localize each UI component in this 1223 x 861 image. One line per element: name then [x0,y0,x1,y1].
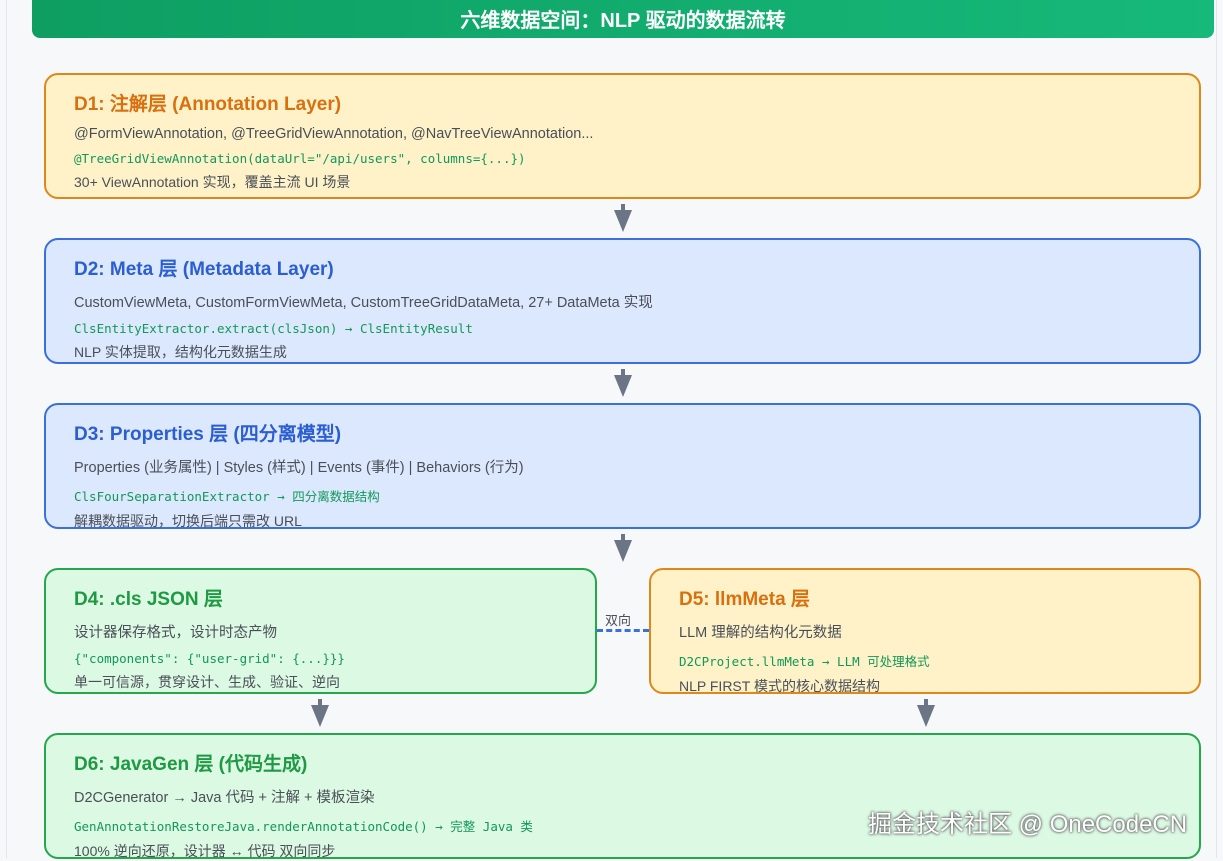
layer-d1-title: D1: 注解层 (Annotation Layer) [74,94,342,115]
layer-d5-desc: LLM 理解的结构化元数据 [679,625,842,641]
layer-d3-code: ClsFourSeparationExtractor → 四分离数据结构 [74,489,380,504]
arrow-down-icon [311,705,329,727]
diagram-header: 六维数据空间：NLP 驱动的数据流转 [32,0,1214,38]
page-right-border [1216,0,1217,858]
layer-d4-desc: 设计器保存格式，设计时态产物 [74,625,277,641]
bidirectional-dashed-line [597,629,649,632]
layer-d5-note: NLP FIRST 模式的核心数据结构 [679,678,880,694]
bidirectional-label: 双向 [605,613,632,628]
layer-d5-code: D2CProject.llmMeta → LLM 可处理格式 [679,654,930,669]
layer-d4-card: D4: .cls JSON 层 设计器保存格式，设计时态产物 {"compone… [44,568,597,694]
arrow-down-icon [614,540,632,562]
arrow-down-icon [614,375,632,397]
layer-d4-note: 单一可信源，贯穿设计、生成、验证、逆向 [74,674,340,690]
layer-d1-card: D1: 注解层 (Annotation Layer) @FormViewAnno… [44,73,1201,199]
layer-d5-title: D5: llmMeta 层 [679,589,810,610]
layer-d2-title: D2: Meta 层 (Metadata Layer) [74,259,334,280]
layer-d3-note: 解耦数据驱动，切换后端只需改 URL [74,513,302,529]
layer-d2-note: NLP 实体提取，结构化元数据生成 [74,344,287,360]
layer-d5-card: D5: llmMeta 层 LLM 理解的结构化元数据 D2CProject.l… [649,568,1201,694]
layer-d6-note: 100% 逆向还原，设计器 ↔ 代码 双向同步 [74,843,336,859]
layer-d1-code: @TreeGridViewAnnotation(dataUrl="/api/us… [74,151,526,166]
arrow-down-icon [917,705,935,727]
layer-d2-code: ClsEntityExtractor.extract(clsJson) → Cl… [74,321,473,336]
layer-d3-title: D3: Properties 层 (四分离模型) [74,424,342,445]
layer-d6-card: D6: JavaGen 层 (代码生成) D2CGenerator → Java… [44,733,1201,859]
layer-d4-title: D4: .cls JSON 层 [74,589,223,610]
layer-d1-note: 30+ ViewAnnotation 实现，覆盖主流 UI 场景 [74,174,351,190]
layer-d2-card: D2: Meta 层 (Metadata Layer) CustomViewMe… [44,238,1201,364]
page-left-border [6,0,7,858]
layer-d4-code: {"components": {"user-grid": {...}}} [74,651,345,666]
layer-d2-desc: CustomViewMeta, CustomFormViewMeta, Cust… [74,295,653,311]
watermark: 掘金技术社区 @ OneCodeCN [868,811,1188,838]
diagram-title: 六维数据空间：NLP 驱动的数据流转 [460,9,786,32]
layer-d6-title: D6: JavaGen 层 (代码生成) [74,754,308,775]
layer-d1-desc: @FormViewAnnotation, @TreeGridViewAnnota… [74,126,594,142]
layer-d3-desc: Properties (业务属性) | Styles (样式) | Events… [74,460,524,476]
arrow-down-icon [614,210,632,232]
layer-d3-card: D3: Properties 层 (四分离模型) Properties (业务属… [44,403,1201,529]
